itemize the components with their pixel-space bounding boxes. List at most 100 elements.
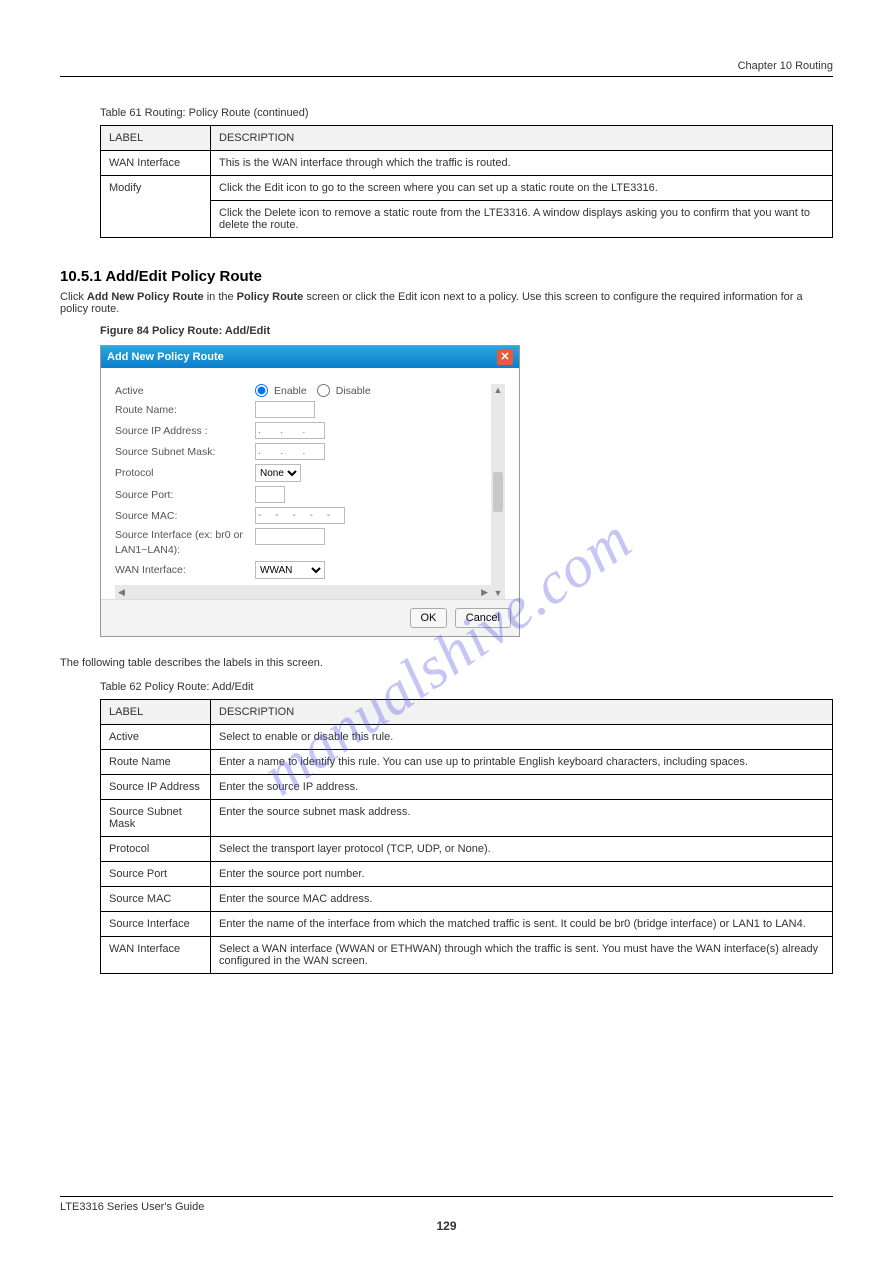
source-mac-input[interactable] bbox=[255, 507, 345, 524]
cell-label: Source Port bbox=[101, 862, 211, 887]
cell-desc: Enter the source port number. bbox=[211, 862, 833, 887]
dialog-title-text: Add New Policy Route bbox=[107, 346, 224, 368]
table-62: LABEL DESCRIPTION ActiveSelect to enable… bbox=[100, 699, 833, 974]
table-61: LABEL DESCRIPTION WAN Interface This is … bbox=[100, 125, 833, 238]
cell-desc: Enter the source IP address. bbox=[211, 775, 833, 800]
wan-iface-select[interactable]: WWAN bbox=[255, 561, 325, 579]
scroll-left-icon[interactable]: ◀ bbox=[115, 587, 128, 598]
figure-caption: Figure 84 Policy Route: Add/Edit bbox=[100, 325, 833, 337]
source-iface-row: Source Interface (ex: br0 or LAN1~LAN4): bbox=[115, 528, 491, 557]
source-mac-row: Source MAC: bbox=[115, 507, 491, 524]
scroll-up-icon[interactable]: ▲ bbox=[491, 384, 505, 396]
scroll-thumb[interactable] bbox=[493, 472, 503, 512]
source-iface-input[interactable] bbox=[255, 528, 325, 545]
protocol-label: Protocol bbox=[115, 467, 255, 479]
vertical-scrollbar[interactable]: ▲ ▼ bbox=[491, 384, 505, 599]
cell-label: Modify bbox=[101, 176, 211, 238]
enable-label: Enable bbox=[274, 385, 307, 397]
source-subnet-row: Source Subnet Mask: bbox=[115, 443, 491, 460]
col-description: DESCRIPTION bbox=[211, 126, 833, 151]
col-label: LABEL bbox=[101, 700, 211, 725]
table-row: ProtocolSelect the transport layer proto… bbox=[101, 837, 833, 862]
col-label: LABEL bbox=[101, 126, 211, 151]
section-heading: 10.5.1 Add/Edit Policy Route bbox=[60, 268, 833, 285]
route-name-row: Route Name: bbox=[115, 401, 491, 418]
cell-label: Protocol bbox=[101, 837, 211, 862]
cell-label: Source Interface bbox=[101, 912, 211, 937]
cell-label: Active bbox=[101, 725, 211, 750]
table-row: WAN Interface This is the WAN interface … bbox=[101, 151, 833, 176]
cell-label: WAN Interface bbox=[101, 151, 211, 176]
cell-desc: Enter the source MAC address. bbox=[211, 887, 833, 912]
source-subnet-input[interactable] bbox=[255, 443, 325, 460]
cell-desc: Select to enable or disable this rule. bbox=[211, 725, 833, 750]
col-description: DESCRIPTION bbox=[211, 700, 833, 725]
active-disable-radio[interactable] bbox=[317, 384, 330, 397]
cell-label: Route Name bbox=[101, 750, 211, 775]
cell-label: Source MAC bbox=[101, 887, 211, 912]
wan-iface-label: WAN Interface: bbox=[115, 564, 255, 576]
source-ip-row: Source IP Address : bbox=[115, 422, 491, 439]
active-row: Active Enable Disable bbox=[115, 384, 491, 397]
page-footer: LTE3316 Series User's Guide 129 bbox=[60, 1196, 833, 1233]
cell-desc: Click the Delete icon to remove a static… bbox=[211, 201, 833, 238]
protocol-select[interactable]: None bbox=[255, 464, 301, 482]
close-icon[interactable]: ✕ bbox=[497, 349, 513, 365]
table-row: Source Subnet MaskEnter the source subne… bbox=[101, 800, 833, 837]
table-row: Source InterfaceEnter the name of the in… bbox=[101, 912, 833, 937]
table-row: Modify Click the Edit icon to go to the … bbox=[101, 176, 833, 201]
horizontal-scrollbar[interactable]: ◀ ▶ bbox=[115, 585, 491, 599]
section-body-mid: in the bbox=[207, 291, 237, 303]
wan-iface-row: WAN Interface: WWAN bbox=[115, 561, 491, 579]
table-row: Source MACEnter the source MAC address. bbox=[101, 887, 833, 912]
dialog-titlebar: Add New Policy Route ✕ bbox=[101, 346, 519, 368]
source-port-input[interactable] bbox=[255, 486, 285, 503]
chapter-header: Chapter 10 Routing bbox=[60, 60, 833, 72]
dialog-footer: OK Cancel bbox=[101, 599, 519, 636]
table-row: WAN InterfaceSelect a WAN interface (WWA… bbox=[101, 937, 833, 974]
ok-button[interactable]: OK bbox=[410, 608, 448, 628]
cell-desc: Click the Edit icon to go to the screen … bbox=[211, 176, 833, 201]
footer-rule bbox=[60, 1196, 833, 1197]
table-header-row: LABEL DESCRIPTION bbox=[101, 126, 833, 151]
cell-desc: Select a WAN interface (WWAN or ETHWAN) … bbox=[211, 937, 833, 974]
cell-desc: Enter the name of the interface from whi… bbox=[211, 912, 833, 937]
table-62-intro: The following table describes the labels… bbox=[60, 657, 833, 669]
source-iface-label: Source Interface (ex: br0 or LAN1~LAN4): bbox=[115, 528, 255, 557]
table-row: Route NameEnter a name to identify this … bbox=[101, 750, 833, 775]
table-row: Source IP AddressEnter the source IP add… bbox=[101, 775, 833, 800]
header-rule bbox=[60, 76, 833, 77]
table-62-caption: Table 62 Policy Route: Add/Edit bbox=[100, 681, 833, 693]
source-ip-input[interactable] bbox=[255, 422, 325, 439]
protocol-row: Protocol None bbox=[115, 464, 491, 482]
section-body: Click Add New Policy Route in the Policy… bbox=[60, 291, 833, 315]
cell-label: WAN Interface bbox=[101, 937, 211, 974]
route-name-input[interactable] bbox=[255, 401, 315, 418]
route-name-label: Route Name: bbox=[115, 404, 255, 416]
table-header-row: LABEL DESCRIPTION bbox=[101, 700, 833, 725]
footer-product: LTE3316 Series User's Guide bbox=[60, 1201, 204, 1213]
section-body-bold1: Add New Policy Route bbox=[87, 291, 204, 303]
cell-desc: Select the transport layer protocol (TCP… bbox=[211, 837, 833, 862]
source-mac-label: Source MAC: bbox=[115, 510, 255, 522]
source-subnet-label: Source Subnet Mask: bbox=[115, 446, 255, 458]
scroll-down-icon[interactable]: ▼ bbox=[491, 587, 505, 599]
source-port-label: Source Port: bbox=[115, 489, 255, 501]
table-row: Click the Delete icon to remove a static… bbox=[101, 201, 833, 238]
cell-label: Source IP Address bbox=[101, 775, 211, 800]
active-enable-radio[interactable] bbox=[255, 384, 268, 397]
table-61-caption: Table 61 Routing: Policy Route (continue… bbox=[100, 107, 833, 119]
cell-desc: This is the WAN interface through which … bbox=[211, 151, 833, 176]
disable-label: Disable bbox=[336, 385, 371, 397]
cell-label: Source Subnet Mask bbox=[101, 800, 211, 837]
active-label: Active bbox=[115, 385, 255, 397]
cell-desc: Enter the source subnet mask address. bbox=[211, 800, 833, 837]
table-row: ActiveSelect to enable or disable this r… bbox=[101, 725, 833, 750]
source-ip-label: Source IP Address : bbox=[115, 425, 255, 437]
table-row: Source PortEnter the source port number. bbox=[101, 862, 833, 887]
cancel-button[interactable]: Cancel bbox=[455, 608, 511, 628]
section-body-bold2: Policy Route bbox=[237, 291, 304, 303]
scroll-right-icon[interactable]: ▶ bbox=[478, 587, 491, 598]
footer-page-number: 129 bbox=[436, 1219, 456, 1233]
section-body-prefix: Click bbox=[60, 291, 87, 303]
